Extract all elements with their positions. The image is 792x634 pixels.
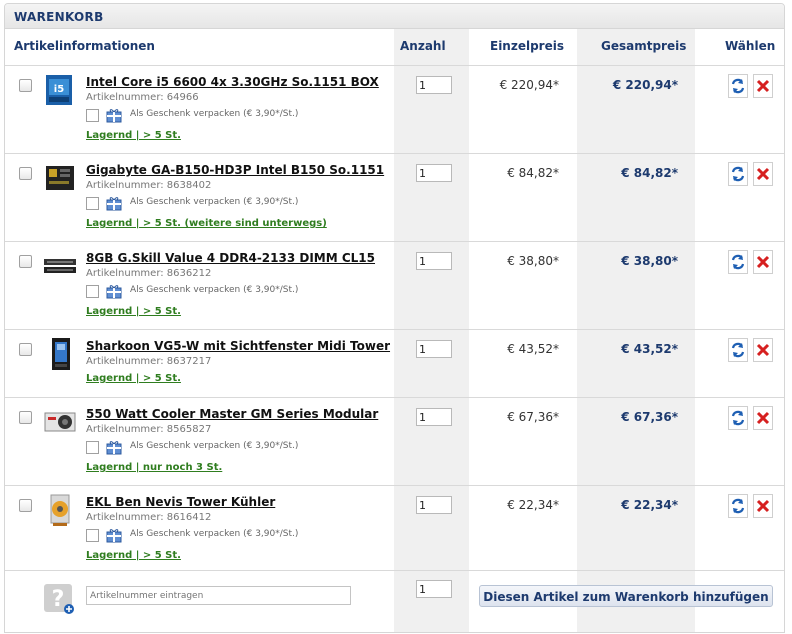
svg-text:i5: i5 [54, 84, 64, 95]
cart-title: WARENKORB [14, 10, 104, 24]
refresh-button[interactable] [728, 494, 748, 518]
unit-price: € 220,94* [499, 78, 559, 92]
ram-icon [43, 249, 77, 283]
article-number-input[interactable] [86, 586, 351, 605]
product-name-link[interactable]: Gigabyte GA-B150-HD3P Intel B150 So.1151 [86, 163, 384, 177]
quantity-input[interactable] [416, 252, 452, 270]
product-name-link[interactable]: 550 Watt Cooler Master GM Series Modular [86, 407, 378, 421]
gift-icon [106, 195, 122, 211]
product-name-link[interactable]: 8GB G.Skill Value 4 DDR4-2133 DIMM CL15 [86, 251, 375, 265]
product-name-link[interactable]: Intel Core i5 6600 4x 3.30GHz So.1151 BO… [86, 75, 379, 89]
cart-panel: WARENKORB Artikelinformationen Anzahl Ei… [4, 3, 785, 633]
refresh-button[interactable] [728, 338, 748, 362]
stock-status-link[interactable]: Lagernd | > 5 St. [86, 373, 181, 384]
quantity-input[interactable] [416, 164, 452, 182]
article-number: Artikelnummer: 8565827 [86, 424, 212, 435]
article-number: Artikelnummer: 8637217 [86, 356, 212, 367]
delete-button[interactable] [753, 338, 773, 362]
gift-wrap-label: Als Geschenk verpacken (€ 3,90*/St.) [130, 197, 299, 207]
gift-icon [106, 107, 122, 123]
cart-row: 8GB G.Skill Value 4 DDR4-2133 DIMM CL15 A… [5, 241, 784, 330]
cart-row: 550 Watt Cooler Master GM Series Modular… [5, 397, 784, 486]
stock-status-link[interactable]: Lagernd | > 5 St. [86, 550, 181, 561]
cart-row: Sharkoon VG5-W mit Sichtfenster Midi Tow… [5, 329, 784, 398]
quantity-input[interactable] [416, 340, 452, 358]
psu-icon [43, 405, 77, 439]
article-number: Artikelnummer: 8636212 [86, 268, 212, 279]
gift-wrap-checkbox[interactable] [86, 441, 99, 454]
total-price: € 220,94* [612, 78, 678, 92]
cpu-icon: i5 [43, 73, 77, 107]
refresh-button[interactable] [728, 406, 748, 430]
gift-wrap-label: Als Geschenk verpacken (€ 3,90*/St.) [130, 285, 299, 295]
row-select-checkbox[interactable] [19, 79, 32, 92]
gift-wrap-checkbox[interactable] [86, 109, 99, 122]
row-select-checkbox[interactable] [19, 343, 32, 356]
header-total-price: Gesamtpreis [601, 39, 687, 53]
stock-status-link[interactable]: Lagernd | > 5 St. [86, 306, 181, 317]
refresh-button[interactable] [728, 74, 748, 98]
cart-row: EKL Ben Nevis Tower Kühler Artikelnummer:… [5, 485, 784, 571]
cooler-icon [43, 493, 77, 527]
unknown-article-icon: ? [44, 584, 74, 614]
unit-price: € 84,82* [507, 166, 559, 180]
cart-titlebar: WARENKORB [5, 4, 784, 29]
refresh-button[interactable] [728, 250, 748, 274]
product-name-link[interactable]: Sharkoon VG5-W mit Sichtfenster Midi Tow… [86, 339, 390, 353]
total-price: € 22,34* [621, 498, 678, 512]
row-select-checkbox[interactable] [19, 499, 32, 512]
gift-icon [106, 283, 122, 299]
quantity-input[interactable] [416, 408, 452, 426]
row-select-checkbox[interactable] [19, 255, 32, 268]
case-icon [43, 337, 77, 371]
row-select-checkbox[interactable] [19, 411, 32, 424]
gift-wrap-label: Als Geschenk verpacken (€ 3,90*/St.) [130, 529, 299, 539]
gift-icon [106, 527, 122, 543]
article-number: Artikelnummer: 8616412 [86, 512, 212, 523]
stock-status-link[interactable]: Lagernd | > 5 St. (weitere sind unterweg… [86, 218, 327, 229]
add-qty-input[interactable] [416, 580, 452, 598]
delete-button[interactable] [753, 250, 773, 274]
delete-button[interactable] [753, 162, 773, 186]
unit-price: € 67,36* [507, 410, 559, 424]
stock-status-link[interactable]: Lagernd | nur noch 3 St. [86, 462, 222, 473]
total-price: € 38,80* [621, 254, 678, 268]
header-select: Wählen [725, 39, 776, 53]
unit-price: € 22,34* [507, 498, 559, 512]
quantity-input[interactable] [416, 76, 452, 94]
cart-row: i5 Intel Core i5 6600 4x 3.30GHz So.1151 … [5, 65, 784, 154]
gift-wrap-label: Als Geschenk verpacken (€ 3,90*/St.) [130, 109, 299, 119]
unit-price: € 43,52* [507, 342, 559, 356]
gift-wrap-checkbox[interactable] [86, 197, 99, 210]
svg-text:?: ? [52, 587, 65, 612]
refresh-button[interactable] [728, 162, 748, 186]
header-unit-price: Einzelpreis [490, 39, 564, 53]
motherboard-icon [43, 161, 77, 195]
delete-button[interactable] [753, 406, 773, 430]
unit-price: € 38,80* [507, 254, 559, 268]
gift-wrap-checkbox[interactable] [86, 285, 99, 298]
row-select-checkbox[interactable] [19, 167, 32, 180]
article-number: Artikelnummer: 8638402 [86, 180, 212, 191]
article-number: Artikelnummer: 64966 [86, 92, 199, 103]
total-price: € 67,36* [621, 410, 678, 424]
gift-wrap-label: Als Geschenk verpacken (€ 3,90*/St.) [130, 441, 299, 451]
total-price: € 84,82* [621, 166, 678, 180]
header-info: Artikelinformationen [14, 39, 155, 53]
cart-row: Gigabyte GA-B150-HD3P Intel B150 So.1151… [5, 153, 784, 242]
header-qty: Anzahl [400, 39, 446, 53]
total-price: € 43,52* [621, 342, 678, 356]
add-to-cart-button[interactable]: Diesen Artikel zum Warenkorb hinzufügen [479, 585, 773, 607]
delete-button[interactable] [753, 74, 773, 98]
quantity-input[interactable] [416, 496, 452, 514]
stock-status-link[interactable]: Lagernd | > 5 St. [86, 130, 181, 141]
product-name-link[interactable]: EKL Ben Nevis Tower Kühler [86, 495, 275, 509]
gift-icon [106, 439, 122, 455]
gift-wrap-checkbox[interactable] [86, 529, 99, 542]
delete-button[interactable] [753, 494, 773, 518]
